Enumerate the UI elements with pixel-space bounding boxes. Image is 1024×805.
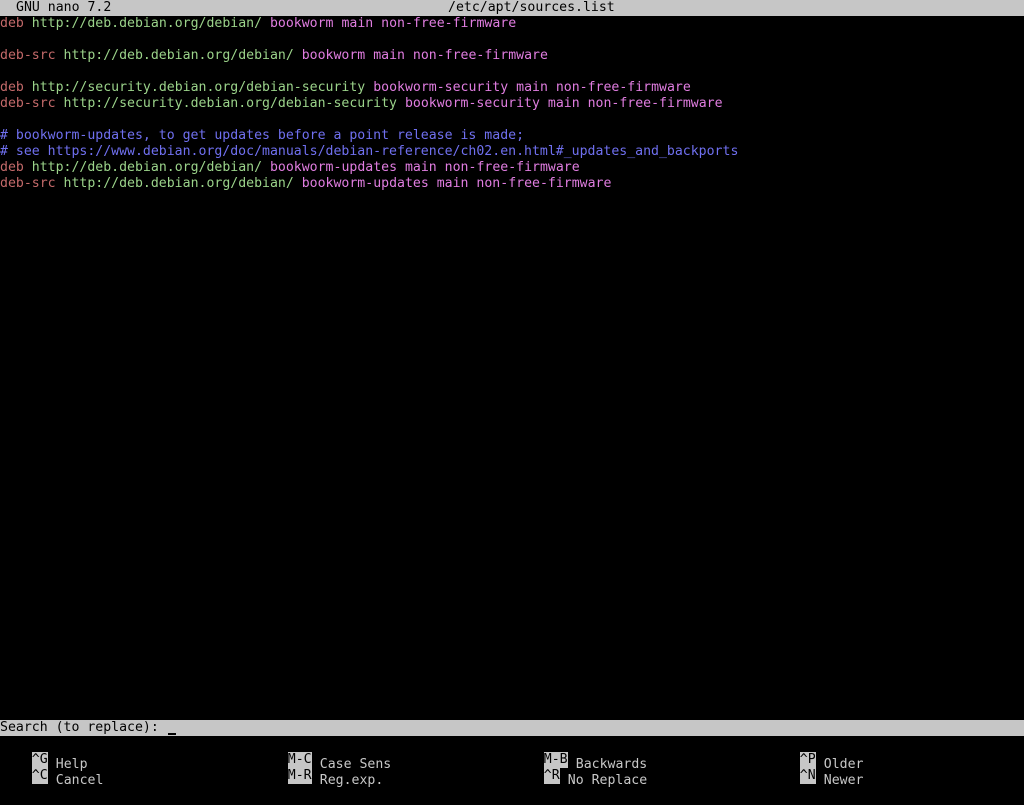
editor-line[interactable]: # see https://www.debian.org/doc/manuals… xyxy=(0,144,1024,160)
editor-line[interactable]: # bookworm-updates, to get updates befor… xyxy=(0,128,1024,144)
token-comp: main non-free-firmware xyxy=(373,48,548,63)
editor-area[interactable]: deb http://deb.debian.org/debian/ bookwo… xyxy=(0,16,1024,720)
token-url: http://deb.debian.org/debian/ xyxy=(63,48,294,63)
token-comp: main non-free-firmware xyxy=(436,176,612,191)
editor-line[interactable]: deb http://security.debian.org/debian-se… xyxy=(0,80,1024,96)
editor-line[interactable] xyxy=(0,32,1024,48)
search-bar: Search (to replace): xyxy=(0,720,1024,736)
shortcut-no-replace[interactable]: ^R No Replace xyxy=(512,752,647,788)
token-comment: # see https://www.debian.org/doc/manuals… xyxy=(0,144,739,159)
token-url: http://security.debian.org/debian-securi… xyxy=(63,96,397,111)
editor-line[interactable]: deb-src http://deb.debian.org/debian/ bo… xyxy=(0,48,1024,64)
shortcut-label: Newer xyxy=(823,773,864,788)
token-dist: bookworm-security xyxy=(404,96,540,111)
shortcut-cancel[interactable]: ^C Cancel xyxy=(0,752,103,788)
shortcut-label: Cancel xyxy=(55,773,104,788)
token-url: http://deb.debian.org/debian/ xyxy=(31,160,263,175)
text-cursor xyxy=(168,733,176,735)
file-path: /etc/apt/sources.list xyxy=(448,0,615,15)
token-dist: bookworm-updates xyxy=(269,160,398,175)
shortcut-help[interactable]: ^G Help xyxy=(0,736,88,772)
token-type: deb-src xyxy=(0,176,56,191)
token-url: http://security.debian.org/debian-securi… xyxy=(31,80,366,95)
token-url: http://deb.debian.org/debian/ xyxy=(31,16,263,31)
shortcut-label: Reg.exp. xyxy=(319,773,384,788)
editor-line[interactable]: deb http://deb.debian.org/debian/ bookwo… xyxy=(0,16,1024,32)
token-comp: main non-free-firmware xyxy=(341,16,517,31)
token-type: deb-src xyxy=(0,96,56,111)
search-prompt: Search (to replace): xyxy=(0,720,159,735)
token-type: deb xyxy=(0,80,24,95)
shortcut-backwards[interactable]: M-B Backwards xyxy=(512,736,647,772)
search-input[interactable] xyxy=(168,720,1008,736)
editor-line[interactable]: deb-src http://deb.debian.org/debian/ bo… xyxy=(0,176,1024,192)
shortcut-key: ^N xyxy=(799,768,816,784)
shortcut-label: No Replace xyxy=(567,773,648,788)
shortcut-newer[interactable]: ^N Newer xyxy=(768,752,863,788)
token-dist: bookworm xyxy=(269,16,334,31)
editor-line[interactable] xyxy=(0,64,1024,80)
app-name: GNU nano 7.2 xyxy=(16,0,112,15)
title-bar: GNU nano 7.2 /etc/apt/sources.list xyxy=(0,0,1024,16)
token-type: deb-src xyxy=(0,48,56,63)
token-comment: # bookworm-updates, to get updates befor… xyxy=(0,128,525,143)
token-dist: bookworm-security xyxy=(373,80,509,95)
token-comp: main non-free-firmware xyxy=(404,160,580,175)
token-dist: bookworm-updates xyxy=(301,176,429,191)
editor-line[interactable]: deb-src http://security.debian.org/debia… xyxy=(0,96,1024,112)
token-dist: bookworm xyxy=(301,48,366,63)
editor-line[interactable] xyxy=(0,112,1024,128)
shortcut-bar: ^G Help ^C Cancel M-C Case Sens M-R Reg.exp.… xyxy=(0,736,1024,788)
token-type: deb xyxy=(0,160,24,175)
token-type: deb xyxy=(0,16,24,31)
shortcut-case-sens[interactable]: M-C Case Sens xyxy=(256,736,391,772)
editor-line[interactable]: deb http://deb.debian.org/debian/ bookwo… xyxy=(0,160,1024,176)
shortcut-reg-exp[interactable]: M-R Reg.exp. xyxy=(256,752,383,788)
shortcut-key: ^R xyxy=(543,768,560,784)
shortcut-older[interactable]: ^P Older xyxy=(768,736,863,772)
shortcut-key: M-R xyxy=(287,768,312,784)
token-comp: main non-free-firmware xyxy=(547,96,723,111)
token-comp: main non-free-firmware xyxy=(516,80,691,95)
shortcut-key: ^C xyxy=(31,768,48,784)
token-url: http://deb.debian.org/debian/ xyxy=(63,176,294,191)
